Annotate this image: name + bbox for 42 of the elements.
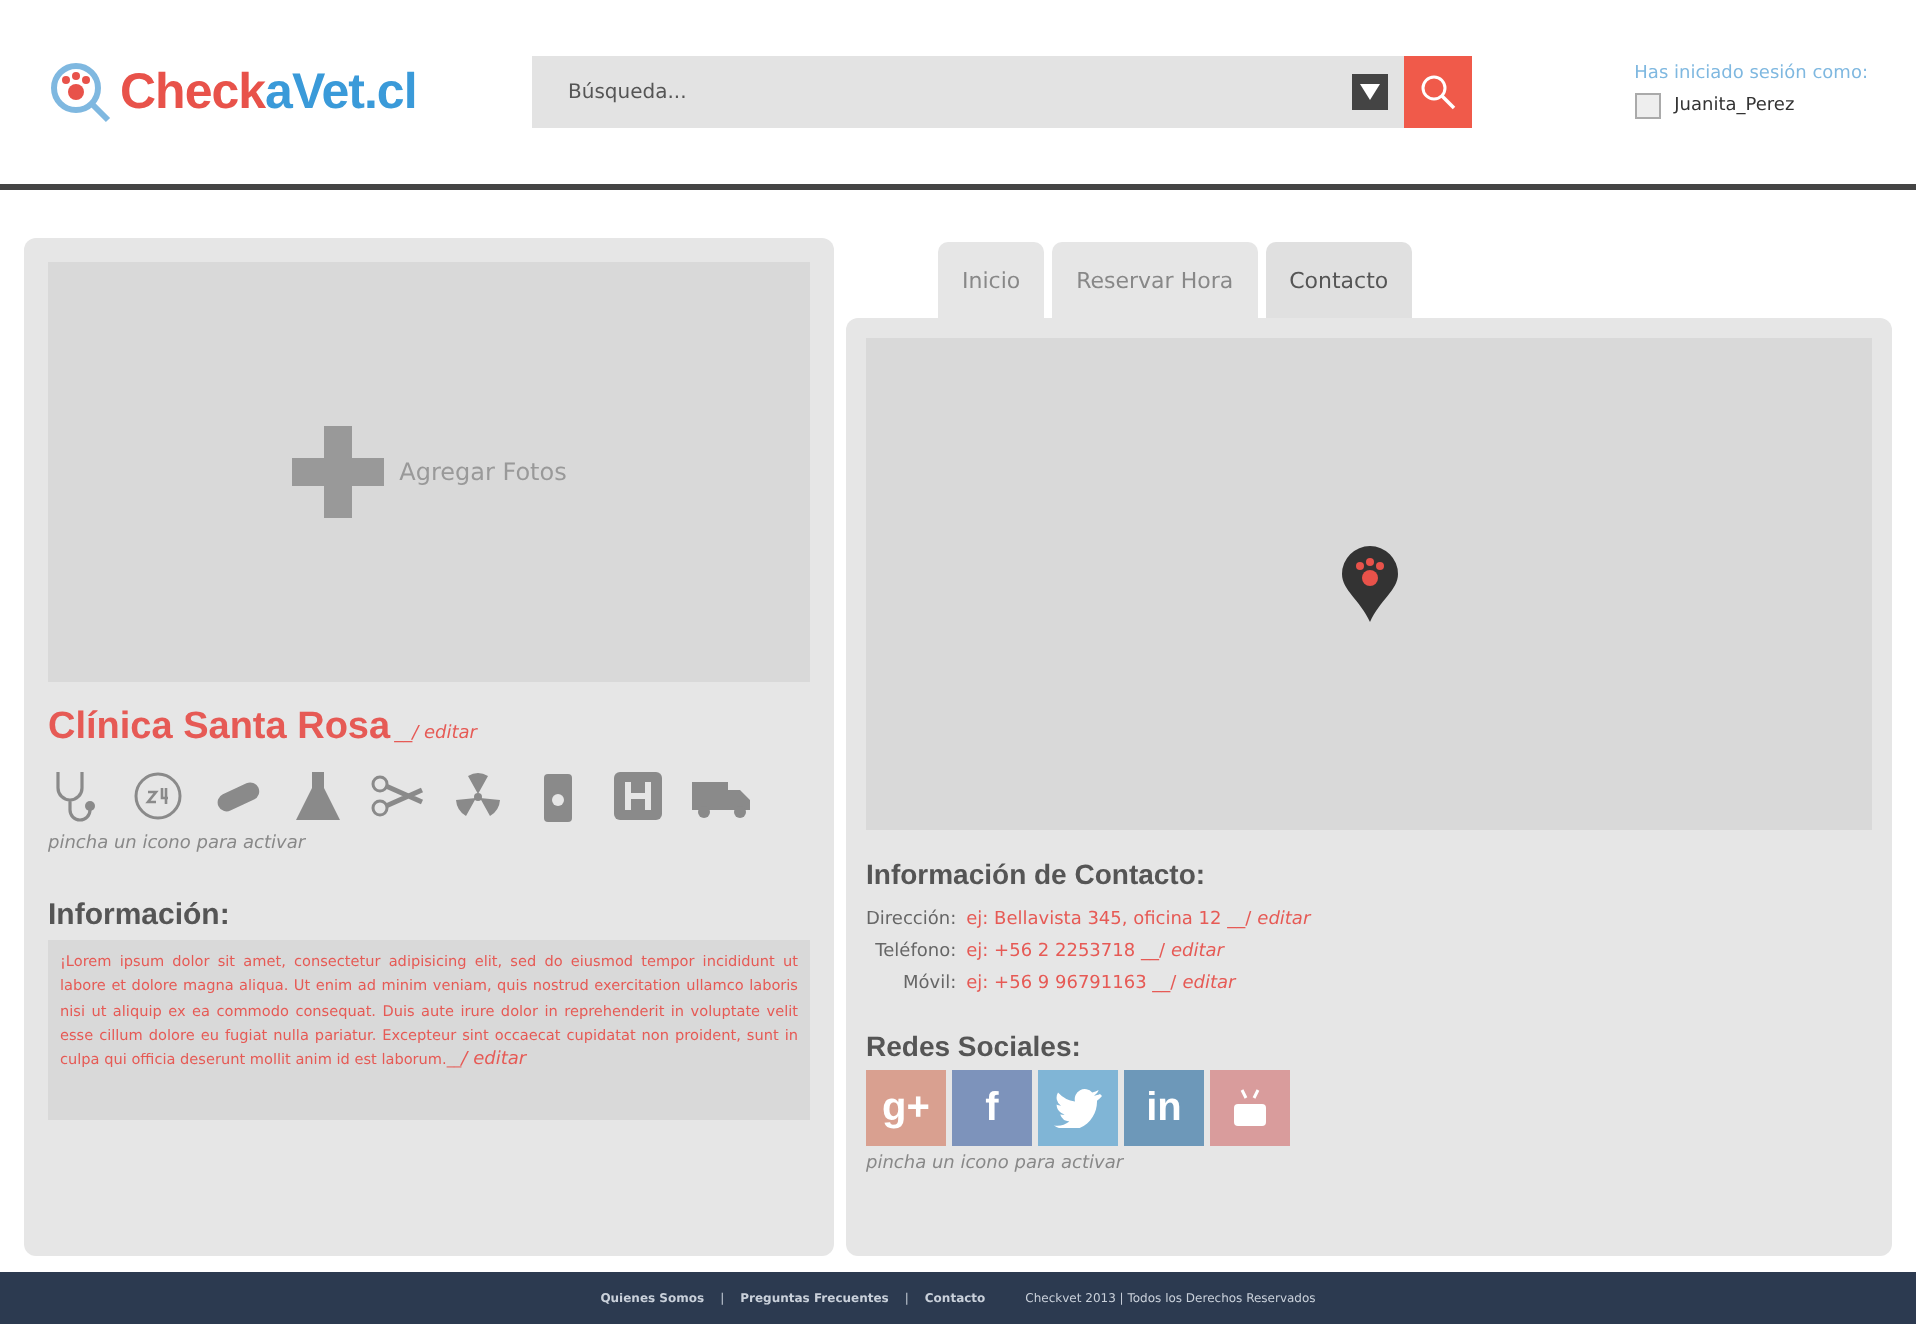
site-logo[interactable]: CheckaVet.cl — [120, 63, 417, 121]
section-title: Información de Contacto: — [866, 858, 1208, 890]
clinic-name: Clínica Santa Rosa — [48, 706, 391, 750]
googleplus-button[interactable]: g+ — [866, 1070, 946, 1146]
youtube-button[interactable] — [1210, 1070, 1290, 1146]
field-value: ej: +56 2 2253718 __/ — [966, 942, 1165, 962]
edit-link[interactable]: editar — [1182, 974, 1236, 994]
field-label: Móvil: — [900, 974, 957, 994]
user-name[interactable]: Juanita_Perez — [1674, 96, 1795, 116]
field-label: Teléfono: — [873, 942, 957, 962]
tab[interactable]: Reservar Hora — [1052, 242, 1258, 318]
dropdown-button[interactable] — [1352, 74, 1388, 110]
edit-link[interactable]: editar — [1170, 942, 1224, 962]
plus-icon — [291, 426, 384, 518]
twitter-button[interactable] — [1038, 1070, 1118, 1146]
search-bar[interactable]: Búsqueda... — [532, 56, 1472, 128]
field-value: ej: Bellavista 345, oficina 12 __/ — [966, 910, 1252, 930]
facebook-button[interactable]: f — [952, 1070, 1032, 1146]
add-photos-label: Agregar Fotos — [399, 458, 567, 486]
avatar-icon — [1634, 92, 1663, 120]
section-title: Redes Sociales: — [866, 1030, 1083, 1062]
session-label: Has iniciado sesión como: — [1634, 64, 1868, 84]
search-field[interactable]: Búsqueda... — [532, 79, 1352, 105]
caret-icon — [1358, 82, 1382, 102]
linkedin-button[interactable]: in — [1124, 1070, 1204, 1146]
edit-link[interactable]: __/ editar — [394, 724, 477, 744]
hospital-icon[interactable] — [608, 766, 668, 826]
search-icon — [1420, 74, 1456, 110]
field-value: ej: +56 9 96791163 __/ — [966, 974, 1177, 994]
tab[interactable]: Contacto — [1265, 242, 1413, 318]
map-pin-icon — [1339, 544, 1399, 624]
hint-text: pincha un icono para activar — [48, 834, 308, 854]
section-title: Información: — [48, 898, 232, 932]
bird-icon — [1054, 1088, 1102, 1128]
edit-link[interactable]: editar — [1257, 910, 1311, 930]
tv-icon — [1230, 1086, 1270, 1130]
edit-link[interactable]: / editar — [461, 1050, 527, 1071]
hint-text: pincha un icono para activar — [866, 1154, 1126, 1174]
field-label: Dirección: — [866, 910, 957, 930]
tab[interactable]: Inicio — [938, 242, 1045, 318]
photo-area[interactable]: Agregar Fotos — [48, 262, 810, 682]
search-button[interactable] — [1404, 56, 1472, 128]
